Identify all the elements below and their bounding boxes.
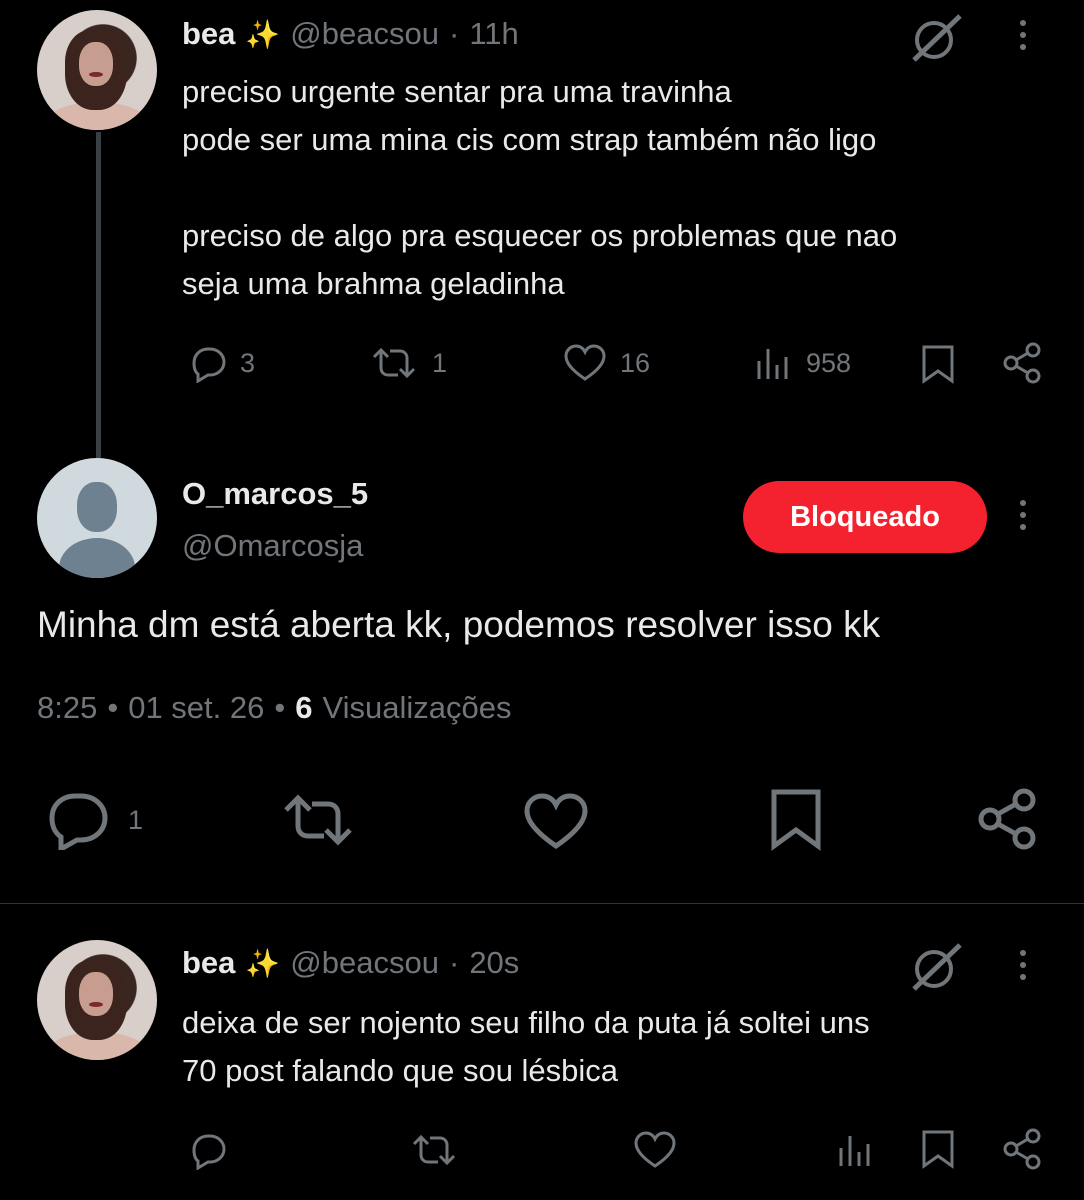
grok-icon[interactable] — [908, 12, 964, 69]
post-header: bea ✨ @beacsou · 11h — [182, 14, 519, 54]
post-time[interactable]: 20s — [469, 945, 519, 981]
display-name[interactable]: bea — [182, 16, 235, 52]
reply-count: 3 — [240, 347, 256, 378]
meta-separator: • — [274, 690, 286, 725]
bookmark-button[interactable] — [918, 1128, 958, 1175]
blocked-button[interactable]: Bloqueado — [743, 481, 987, 553]
like-button[interactable] — [522, 792, 590, 855]
like-count: 16 — [620, 347, 651, 378]
separator-dot: · — [448, 16, 460, 51]
heart-icon — [524, 793, 588, 850]
share-icon — [978, 788, 1036, 850]
reply-count: 1 — [128, 804, 144, 835]
repost-icon — [412, 1134, 456, 1166]
separator-dot: · — [448, 945, 460, 980]
views-button[interactable] — [836, 1130, 874, 1175]
tweet-date[interactable]: 01 set. 26 — [128, 690, 264, 726]
views-count: 958 — [806, 347, 852, 378]
like-button[interactable]: 16 — [562, 343, 650, 383]
more-icon[interactable] — [1020, 500, 1026, 530]
repost-button[interactable] — [280, 790, 356, 855]
post-line — [182, 164, 1062, 212]
heart-icon — [564, 344, 606, 381]
avatar-default[interactable] — [37, 458, 157, 578]
bookmark-button[interactable] — [918, 343, 958, 390]
post-line: preciso de algo pra esquecer os problema… — [182, 218, 898, 253]
reply-icon — [49, 793, 108, 850]
avatar[interactable] — [37, 940, 157, 1060]
reply-icon — [192, 347, 226, 383]
more-icon[interactable] — [1020, 20, 1026, 50]
thread-line — [96, 132, 101, 458]
views-label[interactable]: Visualizações — [322, 690, 511, 726]
user-handle[interactable]: @beacsou — [290, 945, 439, 981]
post-text: deixa de ser nojento seu filho da puta j… — [182, 999, 1062, 1095]
avatar[interactable] — [37, 10, 157, 130]
share-icon — [1003, 342, 1041, 384]
reply-button[interactable] — [186, 1130, 228, 1175]
user-handle[interactable]: @beacsou — [290, 16, 439, 52]
views-icon — [839, 1136, 870, 1166]
repost-icon — [284, 794, 352, 846]
reply-button[interactable]: 3 — [186, 343, 255, 383]
post-time[interactable]: 11h — [469, 16, 518, 52]
reply-button[interactable]: 1 — [44, 790, 143, 850]
sparkle-emoji: ✨ — [245, 18, 281, 50]
share-button[interactable] — [1000, 341, 1046, 390]
heart-icon — [634, 1131, 676, 1168]
bookmark-icon — [922, 1130, 954, 1169]
reply-icon — [192, 1134, 226, 1171]
post-line: seja uma brahma geladinha — [182, 266, 565, 301]
user-handle[interactable]: @Omarcosja — [182, 528, 363, 564]
repost-button[interactable]: 1 — [368, 343, 447, 383]
views-count: 6 — [295, 690, 313, 725]
repost-icon — [372, 347, 416, 379]
repost-button[interactable] — [408, 1130, 460, 1175]
post-line: preciso urgente sentar pra uma travinha — [182, 74, 732, 109]
post-line: 70 post falando que sou lésbica — [182, 1053, 619, 1088]
grok-icon[interactable] — [908, 941, 964, 998]
share-icon — [1003, 1128, 1041, 1170]
display-name[interactable]: O_marcos_5 — [182, 476, 368, 512]
views-icon — [757, 349, 788, 379]
share-button[interactable] — [974, 786, 1042, 857]
tweet-meta: 8:25 • 01 set. 26 • 6 Visualizações — [37, 690, 511, 726]
post-header: bea ✨ @beacsou · 20s — [182, 943, 519, 983]
share-button[interactable] — [1000, 1127, 1046, 1176]
tweet-time[interactable]: 8:25 — [37, 690, 97, 726]
post-line: deixa de ser nojento seu filho da puta j… — [182, 1005, 870, 1040]
views-button[interactable]: 958 — [754, 343, 851, 383]
bookmark-icon — [771, 789, 821, 851]
repost-count: 1 — [432, 347, 448, 378]
bookmark-button[interactable] — [766, 788, 826, 857]
post-text: preciso urgente sentar pra uma travinha … — [182, 68, 1062, 308]
display-name[interactable]: bea — [182, 945, 235, 981]
like-button[interactable] — [632, 1130, 678, 1175]
post-line: pode ser uma mina cis com strap também n… — [182, 122, 877, 157]
sparkle-emoji: ✨ — [245, 947, 281, 979]
more-icon[interactable] — [1020, 950, 1026, 980]
bookmark-icon — [922, 345, 954, 384]
tweet-text: Minha dm está aberta kk, podemos resolve… — [37, 604, 881, 645]
divider — [0, 903, 1084, 904]
meta-separator: • — [107, 690, 119, 725]
